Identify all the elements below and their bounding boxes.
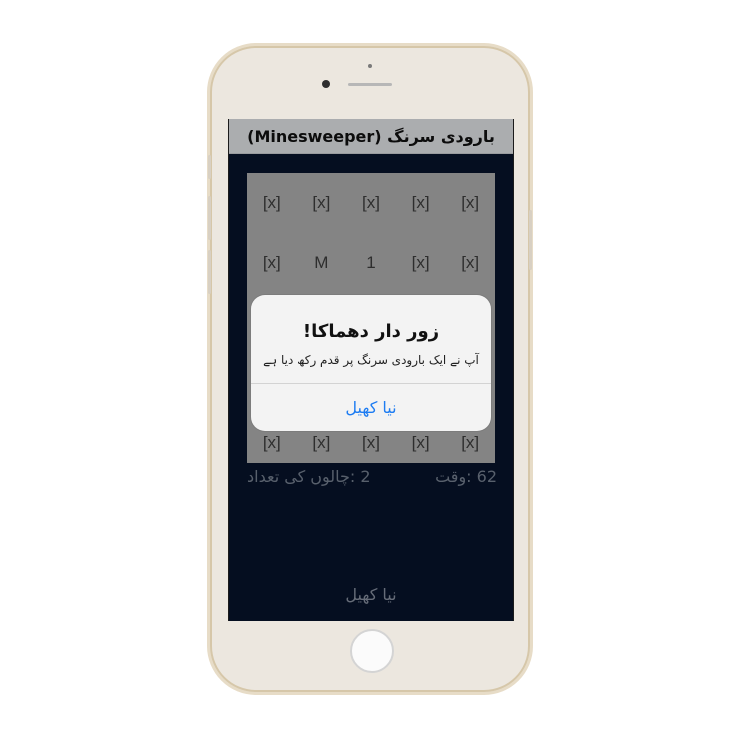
front-sensor: [368, 64, 372, 68]
board-cell[interactable]: [x]: [346, 193, 396, 213]
mine-cell[interactable]: M: [297, 253, 347, 273]
app-screen: بارودی سرنگ (Minesweeper) [x] [x] [x] [x…: [228, 119, 514, 621]
alert-title: زور دار دھماکا!: [302, 321, 440, 342]
board-cell[interactable]: [x]: [445, 253, 495, 273]
game-over-alert: زور دار دھماکا! آپ نے ایک بارودی سرنگ پر…: [251, 295, 491, 431]
board-row: [x] M 1 [x] [x]: [247, 249, 495, 277]
board-cell[interactable]: [x]: [445, 433, 495, 453]
board-cell[interactable]: [x]: [396, 253, 446, 273]
volume-up-button: [208, 196, 211, 240]
home-button[interactable]: [350, 629, 394, 673]
board-cell[interactable]: [x]: [297, 433, 347, 453]
earpiece: [348, 83, 392, 86]
board-cell[interactable]: [x]: [247, 253, 297, 273]
game-stats: 2 :چالوں کی تعداد 62 :وقت: [247, 467, 497, 491]
board-cell[interactable]: [x]: [445, 193, 495, 213]
new-game-button[interactable]: نیا کھیل: [229, 585, 513, 604]
board-cell[interactable]: [x]: [297, 193, 347, 213]
board-row: [x] [x] [x] [x] [x]: [247, 189, 495, 217]
power-button: [529, 210, 532, 270]
navigation-bar: بارودی سرنگ (Minesweeper): [229, 119, 513, 154]
board-cell[interactable]: [x]: [346, 433, 396, 453]
board-cell[interactable]: [x]: [396, 193, 446, 213]
alert-new-game-button[interactable]: نیا کھیل: [251, 384, 491, 431]
alert-message: آپ نے ایک بارودی سرنگ پر قدم رکھ دیا ہے: [263, 353, 479, 367]
board-cell[interactable]: [x]: [247, 433, 297, 453]
board-cell[interactable]: [x]: [396, 433, 446, 453]
moves-count: 2 :چالوں کی تعداد: [247, 467, 371, 486]
page-title: بارودی سرنگ (Minesweeper): [247, 126, 495, 146]
front-camera: [322, 80, 330, 88]
timer-text: 62 :وقت: [435, 467, 497, 486]
board-row: [x] [x] [x] [x] [x]: [247, 429, 495, 457]
board-cell[interactable]: [x]: [247, 193, 297, 213]
volume-down-button: [208, 250, 211, 294]
mute-switch: [208, 155, 211, 179]
number-cell[interactable]: 1: [346, 253, 396, 273]
